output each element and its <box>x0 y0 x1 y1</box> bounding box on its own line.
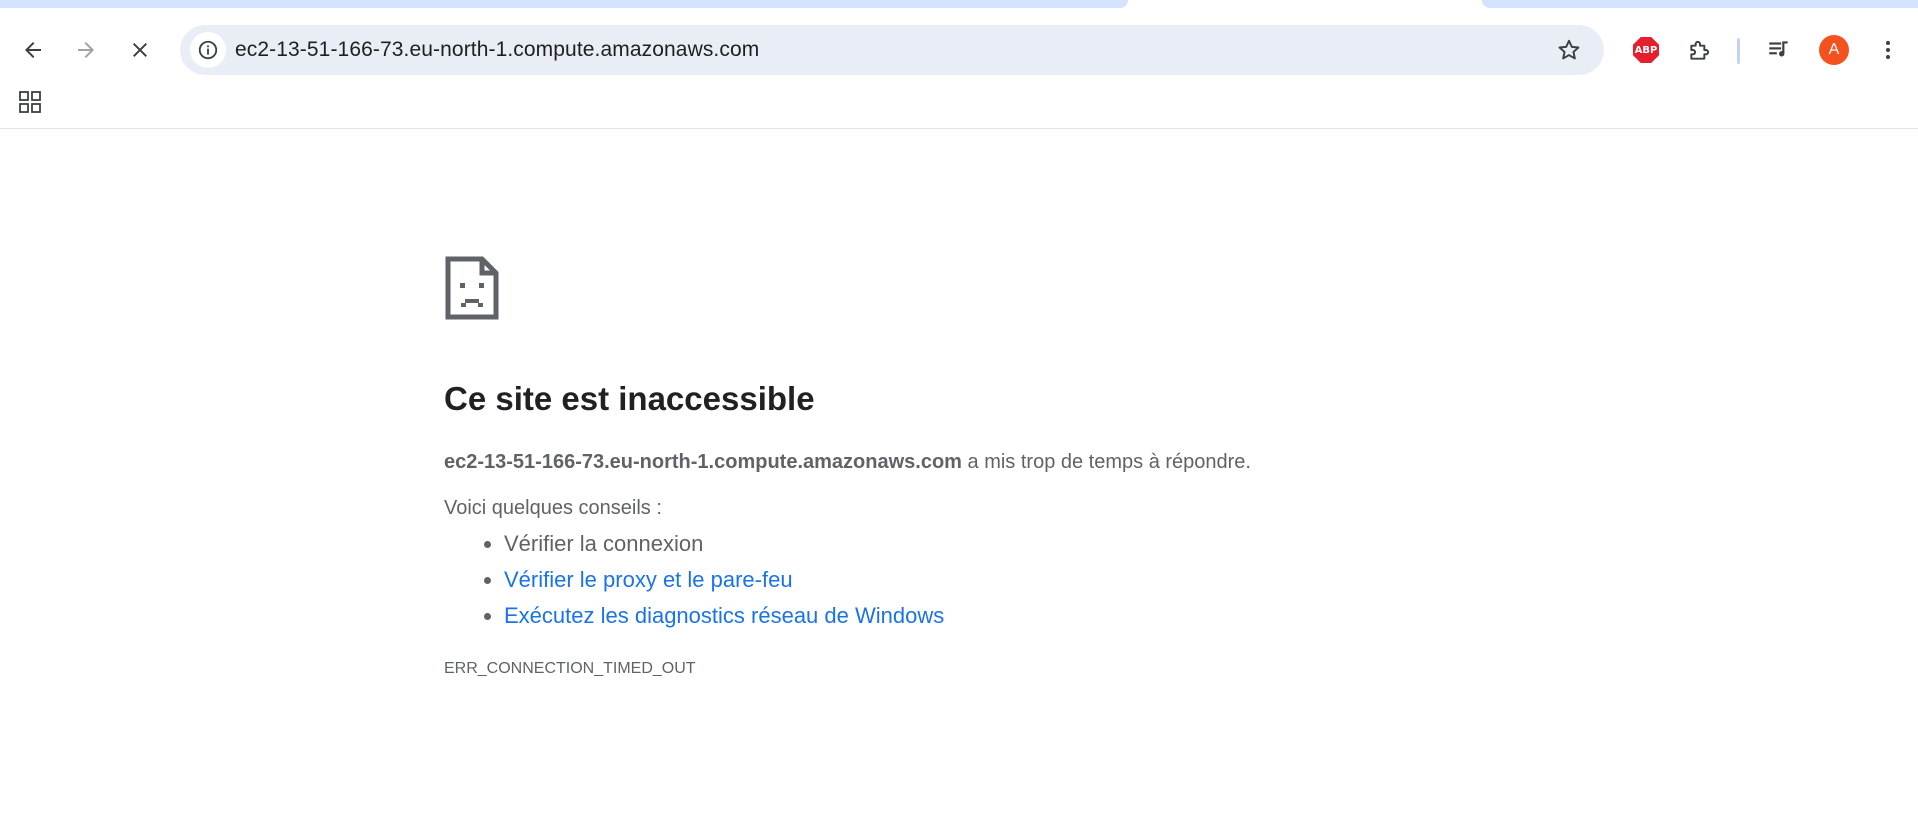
stop-loading-icon <box>133 43 147 57</box>
tab-strip <box>0 0 1918 8</box>
browser-toolbar: ec2-13-51-166-73.eu-north-1.compute.amaz… <box>0 8 1918 78</box>
forward-button[interactable] <box>64 28 108 72</box>
apps-button[interactable] <box>14 86 46 118</box>
check-proxy-link[interactable]: Vérifier le proxy et le pare-feu <box>504 567 793 592</box>
apps-grid-icon <box>19 91 41 113</box>
sad-page-icon <box>445 256 499 320</box>
tab-strip-left[interactable] <box>0 0 1128 8</box>
site-info-button[interactable] <box>190 32 226 68</box>
tip-check-connection: Vérifier la connexion <box>504 526 944 562</box>
error-host: ec2-13-51-166-73.eu-north-1.compute.amaz… <box>444 451 962 473</box>
back-arrow-icon <box>25 42 41 58</box>
stop-button[interactable] <box>118 28 162 72</box>
forward-arrow-icon <box>78 42 94 58</box>
extensions-button[interactable] <box>1680 30 1720 70</box>
bookmark-star-button[interactable] <box>1554 35 1584 65</box>
media-control-icon <box>1769 41 1788 57</box>
bookmarks-bar <box>0 78 1918 129</box>
more-vert-icon <box>1886 41 1890 59</box>
media-control-button[interactable] <box>1759 30 1799 70</box>
toolbar-divider <box>1737 38 1740 64</box>
tips-list: Vérifier la connexion Vérifier le proxy … <box>444 526 944 634</box>
bookmark-star-icon <box>1558 39 1580 60</box>
extensions-puzzle-icon <box>1690 40 1710 60</box>
site-info-icon <box>198 40 218 60</box>
page-title: Ce site est inaccessible <box>444 380 815 417</box>
adblock-extension-button[interactable]: ABP <box>1626 30 1666 70</box>
error-description-text: a mis trop de temps à répondre. <box>961 451 1252 473</box>
tip-run-diagnostics: Exécutez les diagnostics réseau de Windo… <box>504 598 944 634</box>
address-bar[interactable]: ec2-13-51-166-73.eu-north-1.compute.amaz… <box>180 25 1604 75</box>
tab-strip-right[interactable] <box>1482 0 1918 8</box>
profile-button[interactable]: A <box>1814 30 1854 70</box>
error-code: ERR_CONNECTION_TIMED_OUT <box>444 660 696 677</box>
adblock-plus-icon: ABP <box>1633 37 1659 63</box>
back-button[interactable] <box>11 28 55 72</box>
error-description: ec2-13-51-166-73.eu-north-1.compute.amaz… <box>444 448 1251 476</box>
tips-label: Voici quelques conseils : <box>444 497 662 519</box>
avatar: A <box>1819 35 1849 65</box>
menu-button[interactable] <box>1868 30 1908 70</box>
url-text[interactable]: ec2-13-51-166-73.eu-north-1.compute.amaz… <box>235 25 759 75</box>
tip-check-proxy: Vérifier le proxy et le pare-feu <box>504 562 944 598</box>
run-diagnostics-link[interactable]: Exécutez les diagnostics réseau de Windo… <box>504 603 944 628</box>
